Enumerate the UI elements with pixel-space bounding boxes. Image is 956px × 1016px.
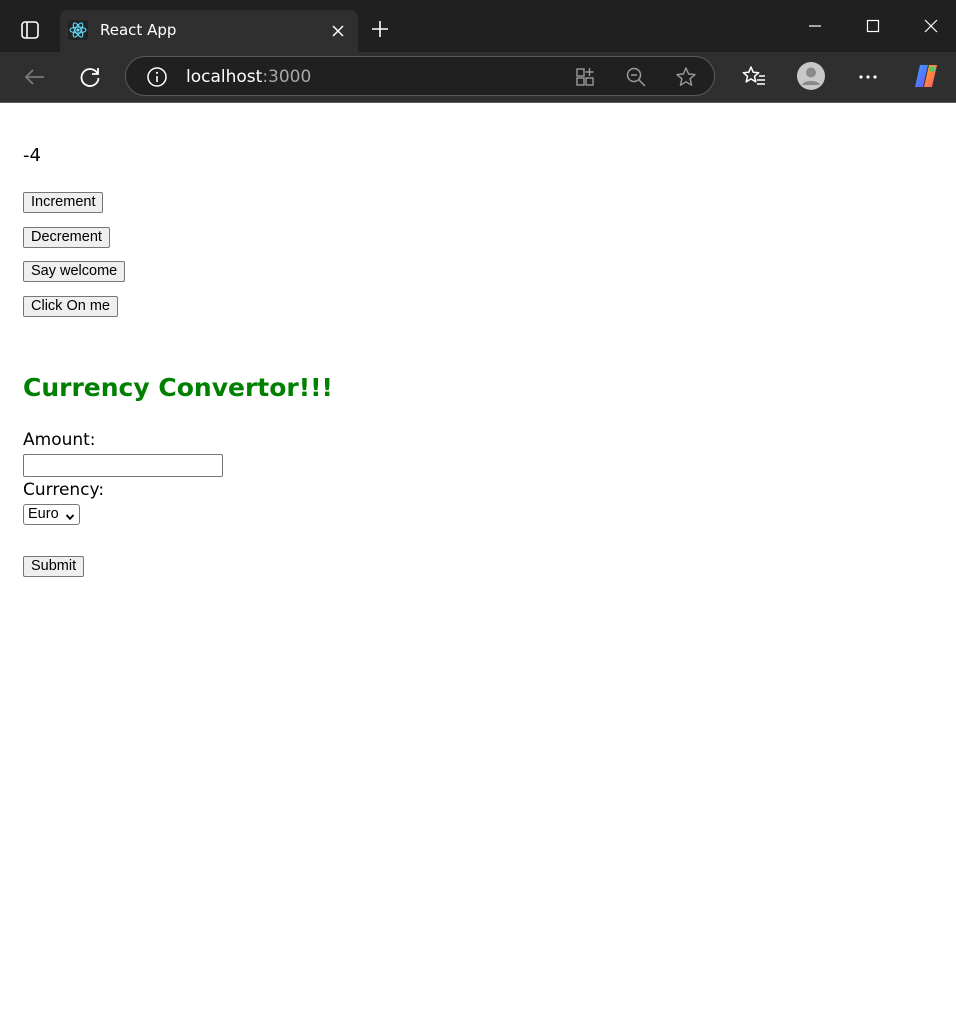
new-tab-icon[interactable] — [368, 17, 392, 41]
favorite-star-icon[interactable] — [675, 66, 697, 88]
decrement-button[interactable]: Decrement — [23, 227, 110, 248]
tab-actions-icon[interactable] — [10, 10, 50, 50]
browser-toolbar: localhost:3000 — [0, 52, 956, 103]
site-info-icon[interactable] — [146, 66, 168, 88]
counter-value: -4 — [23, 145, 41, 166]
app-available-icon[interactable] — [575, 66, 597, 88]
close-tab-icon[interactable] — [328, 21, 348, 41]
zoom-out-icon[interactable] — [625, 66, 647, 88]
currency-convertor-heading: Currency Convertor!!! — [23, 373, 333, 402]
address-bar[interactable]: localhost:3000 — [125, 56, 715, 96]
page-content: -4 Increment Decrement Say welcome Click… — [0, 103, 956, 1016]
currency-selected-value: Euro — [28, 506, 59, 522]
favorites-icon[interactable] — [740, 63, 768, 91]
profile-avatar-icon[interactable] — [796, 61, 826, 91]
reload-icon[interactable] — [76, 63, 104, 91]
amount-label: Amount: — [23, 430, 96, 450]
chevron-down-icon — [65, 510, 75, 521]
amount-input[interactable] — [23, 454, 223, 477]
react-logo-icon — [68, 20, 88, 40]
currency-label: Currency: — [23, 480, 105, 500]
url-port: :3000 — [262, 67, 312, 87]
click-on-me-button[interactable]: Click On me — [23, 296, 118, 317]
window-close-icon[interactable] — [919, 14, 943, 38]
say-welcome-button[interactable]: Say welcome — [23, 261, 126, 282]
minimize-icon[interactable] — [803, 14, 827, 38]
url-host: localhost — [186, 67, 263, 87]
increment-button[interactable]: Increment — [23, 192, 104, 213]
back-arrow-icon[interactable] — [21, 63, 49, 91]
browser-tab[interactable]: React App — [60, 10, 358, 52]
more-options-icon[interactable] — [854, 63, 882, 91]
copilot-icon[interactable] — [911, 61, 941, 91]
maximize-icon[interactable] — [861, 14, 885, 38]
currency-select[interactable]: Euro — [23, 504, 80, 525]
browser-titlebar: React App — [0, 0, 956, 52]
tab-title: React App — [100, 21, 177, 39]
url-text: localhost:3000 — [186, 67, 311, 87]
submit-button[interactable]: Submit — [23, 556, 85, 577]
